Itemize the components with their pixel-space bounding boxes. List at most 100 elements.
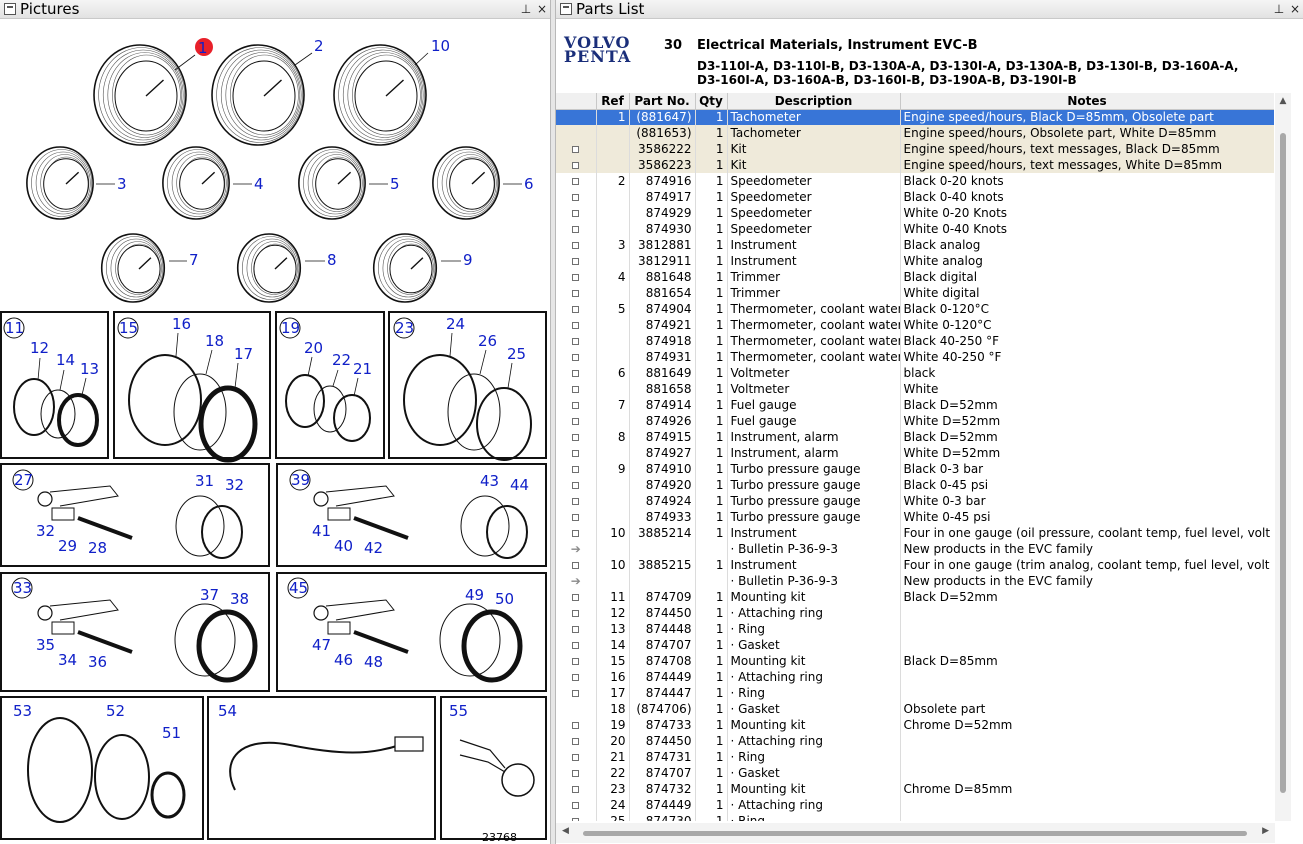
reference-arrow-icon[interactable]: ➔ <box>571 575 581 587</box>
horizontal-scrollbar[interactable]: ◀ ▶ <box>556 823 1275 843</box>
table-row[interactable]: 874929 1 Speedometer White 0-20 Knots <box>556 205 1274 221</box>
checkbox-icon[interactable] <box>572 625 580 633</box>
table-row[interactable]: 20 874450 1 · Attaching ring <box>556 733 1274 749</box>
table-row[interactable]: 4 881648 1 Trimmer Black digital <box>556 269 1274 285</box>
pin-icon[interactable]: ⊥ <box>1271 2 1287 16</box>
checkbox-icon[interactable] <box>572 721 580 729</box>
checkbox-icon[interactable] <box>572 209 580 217</box>
checkbox-icon[interactable] <box>572 305 580 313</box>
checkbox-icon[interactable] <box>572 225 580 233</box>
table-row[interactable]: 6 881649 1 Voltmeter black <box>556 365 1274 381</box>
table-row[interactable]: 22 874707 1 · Gasket <box>556 765 1274 781</box>
column-header-notes[interactable]: Notes <box>900 93 1274 110</box>
table-row[interactable]: 18 (874706) 1 · Gasket Obsolete part <box>556 701 1274 717</box>
checkbox-icon[interactable] <box>572 369 580 377</box>
checkbox-icon[interactable] <box>572 801 580 809</box>
table-row[interactable]: 14 874707 1 · Gasket <box>556 637 1274 653</box>
checkbox-icon[interactable] <box>572 753 580 761</box>
column-header-qty[interactable]: Qty <box>695 93 728 110</box>
table-row[interactable]: 19 874733 1 Mounting kit Chrome D=52mm <box>556 717 1274 733</box>
checkbox-icon[interactable] <box>572 641 580 649</box>
table-row[interactable]: 881654 1 Trimmer White digital <box>556 285 1274 301</box>
checkbox-icon[interactable] <box>572 289 580 297</box>
table-row[interactable]: 3586223 1 Kit Engine speed/hours, text mess… <box>556 157 1274 173</box>
horizontal-scroll-thumb[interactable] <box>583 831 1247 836</box>
table-row[interactable]: 12 874450 1 · Attaching ring <box>556 605 1274 621</box>
table-row[interactable]: 874931 1 Thermometer, coolant water White 4… <box>556 349 1274 365</box>
checkbox-icon[interactable] <box>572 737 580 745</box>
table-row[interactable]: ➔ · Bulletin P-36-9-3 New products in the … <box>556 573 1274 589</box>
pin-icon[interactable]: ⊥ <box>518 2 534 16</box>
table-row[interactable]: 8 874915 1 Instrument, alarm Black D=52mm <box>556 429 1274 445</box>
checkbox-icon[interactable] <box>572 817 580 821</box>
table-row[interactable]: 874920 1 Turbo pressure gauge Black 0-45 ps… <box>556 477 1274 493</box>
vertical-scrollbar[interactable]: ▲ <box>1275 93 1291 821</box>
table-row[interactable]: 25 874730 1 · Ring <box>556 813 1274 821</box>
checkbox-icon[interactable] <box>572 769 580 777</box>
table-row[interactable]: 11 874709 1 Mounting kit Black D=52mm <box>556 589 1274 605</box>
checkbox-icon[interactable] <box>572 385 580 393</box>
table-row[interactable]: 21 874731 1 · Ring <box>556 749 1274 765</box>
scroll-left-icon[interactable]: ◀ <box>562 826 569 836</box>
checkbox-icon[interactable] <box>572 609 580 617</box>
checkbox-icon[interactable] <box>572 273 580 281</box>
close-icon[interactable]: × <box>534 2 550 16</box>
table-row[interactable]: 10 3885214 1 Instrument Four in one gauge (o… <box>556 525 1274 541</box>
table-row[interactable]: 874921 1 Thermometer, coolant water White 0… <box>556 317 1274 333</box>
checkbox-icon[interactable] <box>572 497 580 505</box>
column-header-ref[interactable]: Ref <box>596 93 630 110</box>
table-row[interactable]: 874917 1 Speedometer Black 0-40 knots <box>556 189 1274 205</box>
checkbox-icon[interactable] <box>572 241 580 249</box>
checkbox-icon[interactable] <box>572 353 580 361</box>
table-row[interactable]: 13 874448 1 · Ring <box>556 621 1274 637</box>
checkbox-icon[interactable] <box>572 481 580 489</box>
table-row[interactable]: 10 3885215 1 Instrument Four in one gauge (t… <box>556 557 1274 573</box>
table-row[interactable]: 5 874904 1 Thermometer, coolant water Black … <box>556 301 1274 317</box>
table-row[interactable]: 15 874708 1 Mounting kit Black D=85mm <box>556 653 1274 669</box>
table-row[interactable]: (881653) 1 Tachometer Engine speed/hours, O… <box>556 125 1274 141</box>
checkbox-icon[interactable] <box>572 145 580 153</box>
table-row[interactable]: 874918 1 Thermometer, coolant water Black 4… <box>556 333 1274 349</box>
checkbox-icon[interactable] <box>572 513 580 521</box>
column-header-part-no[interactable]: Part No. <box>629 93 696 110</box>
checkbox-icon[interactable] <box>572 529 580 537</box>
checkbox-icon[interactable] <box>572 417 580 425</box>
checkbox-icon[interactable] <box>572 449 580 457</box>
checkbox-icon[interactable] <box>572 657 580 665</box>
table-row[interactable]: 1 (881647) 1 Tachometer Engine speed/hours, … <box>556 109 1274 125</box>
table-row[interactable]: 874933 1 Turbo pressure gauge White 0-45 ps… <box>556 509 1274 525</box>
checkbox-icon[interactable] <box>572 161 580 169</box>
table-row[interactable]: 881658 1 Voltmeter White <box>556 381 1274 397</box>
column-header-description[interactable]: Description <box>727 93 901 110</box>
checkbox-icon[interactable] <box>572 177 580 185</box>
table-row[interactable]: 3 3812881 1 Instrument Black analog <box>556 237 1274 253</box>
table-row[interactable]: 9 874910 1 Turbo pressure gauge Black 0-3 ba… <box>556 461 1274 477</box>
scroll-up-icon[interactable]: ▲ <box>1275 93 1291 109</box>
table-row[interactable]: 23 874732 1 Mounting kit Chrome D=85mm <box>556 781 1274 797</box>
close-icon[interactable]: × <box>1287 2 1303 16</box>
checkbox-icon[interactable] <box>572 433 580 441</box>
table-row[interactable]: 17 874447 1 · Ring <box>556 685 1274 701</box>
table-row[interactable]: 874926 1 Fuel gauge White D=52mm <box>556 413 1274 429</box>
checkbox-icon[interactable] <box>572 465 580 473</box>
checkbox-icon[interactable] <box>572 321 580 329</box>
table-row[interactable]: ➔ · Bulletin P-36-9-3 New products in the … <box>556 541 1274 557</box>
checkbox-icon[interactable] <box>572 401 580 409</box>
table-row[interactable]: 24 874449 1 · Attaching ring <box>556 797 1274 813</box>
reference-arrow-icon[interactable]: ➔ <box>571 543 581 555</box>
table-row[interactable]: 7 874914 1 Fuel gauge Black D=52mm <box>556 397 1274 413</box>
checkbox-icon[interactable] <box>572 193 580 201</box>
scroll-right-icon[interactable]: ▶ <box>1262 826 1269 836</box>
checkbox-icon[interactable] <box>572 673 580 681</box>
table-row[interactable]: 874927 1 Instrument, alarm White D=52mm <box>556 445 1274 461</box>
exploded-view-diagram[interactable]: 1 2 10 3 4 5 6 7 8 9 11 12 14 13 15 16 18 17 19 20 22 21 23 24 2… <box>0 20 550 844</box>
checkbox-icon[interactable] <box>572 561 580 569</box>
checkbox-icon[interactable] <box>572 257 580 265</box>
column-header-mark[interactable] <box>556 93 597 110</box>
checkbox-icon[interactable] <box>572 785 580 793</box>
checkbox-icon[interactable] <box>572 689 580 697</box>
table-row[interactable]: 874930 1 Speedometer White 0-40 Knots <box>556 221 1274 237</box>
table-row[interactable]: 16 874449 1 · Attaching ring <box>556 669 1274 685</box>
checkbox-icon[interactable] <box>572 593 580 601</box>
vertical-scroll-thumb[interactable] <box>1280 133 1286 793</box>
